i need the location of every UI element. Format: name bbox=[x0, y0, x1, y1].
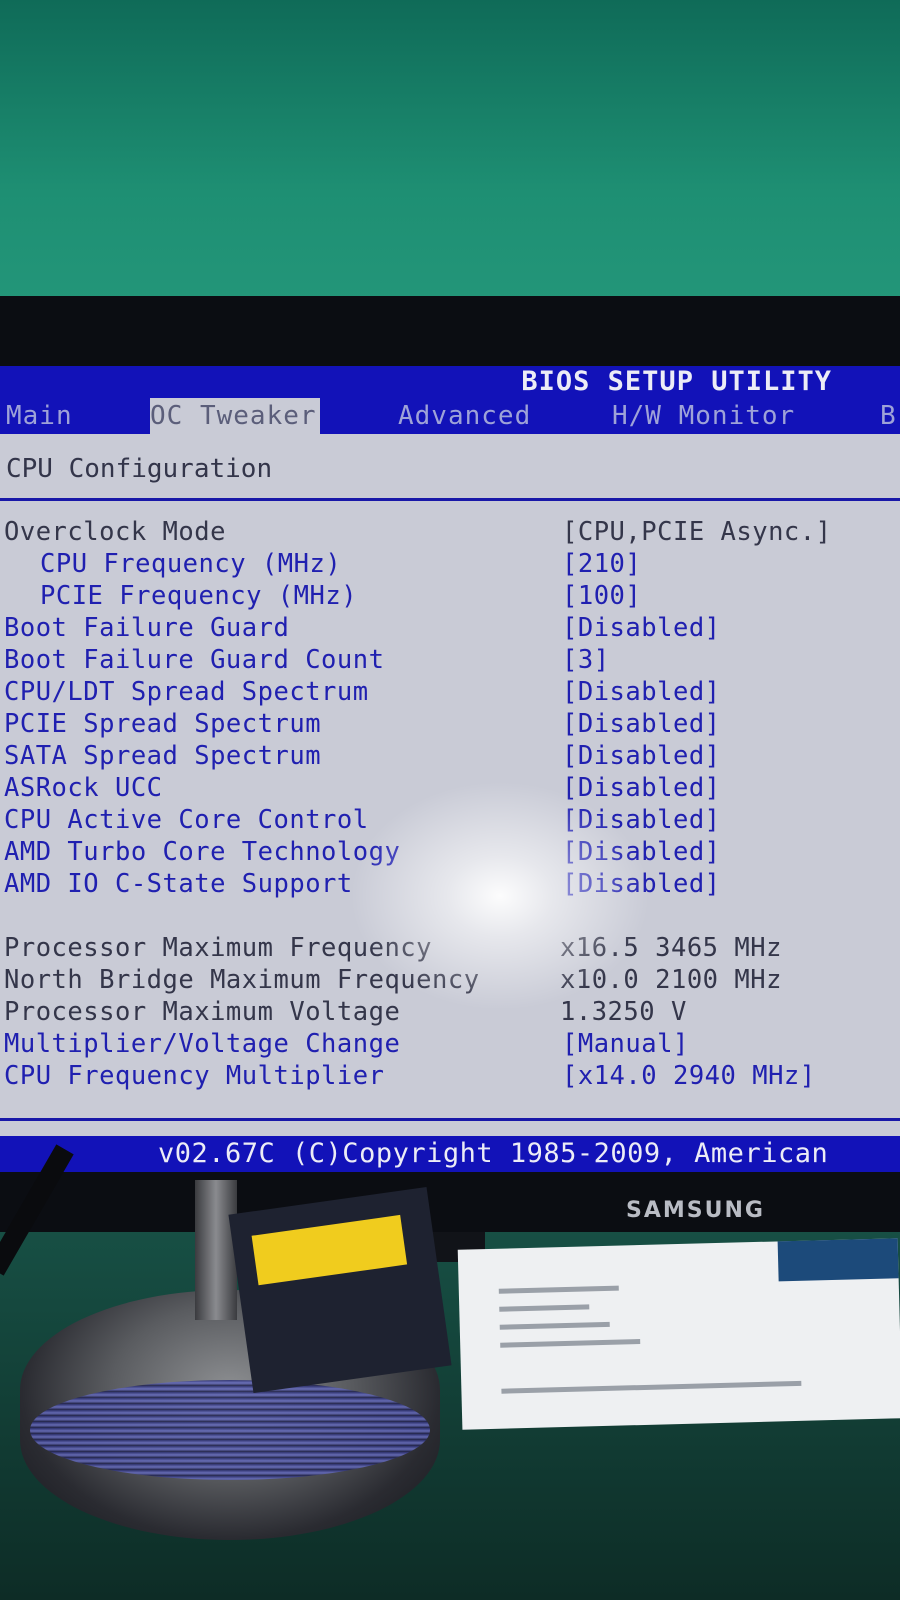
paper-text-line bbox=[501, 1380, 802, 1394]
esd-warning-label bbox=[251, 1214, 408, 1286]
tab-oc-tweaker[interactable]: OC Tweaker bbox=[150, 398, 320, 434]
bios-footer: v02.67C (C)Copyright 1985-2009, American bbox=[0, 1136, 900, 1172]
setting-row-overclock-mode[interactable]: Overclock Mode [CPU,PCIE Async.] bbox=[0, 516, 900, 548]
info-label: North Bridge Maximum Frequency bbox=[4, 965, 480, 995]
paper-text-line bbox=[499, 1321, 610, 1330]
setting-label: PCIE Frequency (MHz) bbox=[40, 581, 358, 611]
background-wall bbox=[0, 0, 900, 320]
setting-label: CPU Active Core Control bbox=[4, 805, 369, 835]
invoice-paper bbox=[457, 1238, 900, 1430]
setting-label: ASRock UCC bbox=[4, 773, 163, 803]
tab-main[interactable]: Main bbox=[6, 398, 73, 434]
monitor-bezel-bottom bbox=[0, 1172, 900, 1232]
setting-label: CPU/LDT Spread Spectrum bbox=[4, 677, 369, 707]
setting-row-asrock-ucc[interactable]: ASRock UCC [Disabled] bbox=[0, 772, 900, 804]
setting-label: AMD Turbo Core Technology bbox=[4, 837, 401, 867]
info-label: Processor Maximum Frequency bbox=[4, 933, 433, 963]
setting-row-sata-spread-spectrum[interactable]: SATA Spread Spectrum [Disabled] bbox=[0, 740, 900, 772]
tab-hw-monitor[interactable]: H/W Monitor bbox=[612, 398, 795, 434]
setting-label: Multiplier/Voltage Change bbox=[4, 1029, 401, 1059]
invoice-header-logo bbox=[777, 1238, 899, 1282]
info-value: 1.3250 V bbox=[560, 997, 687, 1027]
paper-text-line bbox=[498, 1285, 619, 1294]
setting-value[interactable]: [x14.0 2940 MHz] bbox=[562, 1060, 816, 1092]
bios-screen: BIOS SETUP UTILITY Main OC Tweaker Advan… bbox=[0, 366, 900, 1172]
setting-row-pcie-spread-spectrum[interactable]: PCIE Spread Spectrum [Disabled] bbox=[0, 708, 900, 740]
setting-value[interactable]: [Disabled] bbox=[562, 676, 721, 708]
info-row-processor-max-frequency: Processor Maximum Frequency x16.5 3465 M… bbox=[0, 932, 900, 964]
setting-row-pcie-frequency[interactable]: PCIE Frequency (MHz) [100] bbox=[0, 580, 900, 612]
tab-advanced[interactable]: Advanced bbox=[398, 398, 531, 434]
bios-title-bar: BIOS SETUP UTILITY bbox=[0, 366, 900, 398]
copyright-text: v02.67C (C)Copyright 1985-2009, American bbox=[158, 1138, 829, 1169]
setting-label: CPU Frequency (MHz) bbox=[40, 549, 342, 579]
info-value: x16.5 3465 MHz bbox=[560, 933, 782, 963]
setting-value[interactable]: [Disabled] bbox=[562, 868, 721, 900]
section-title: CPU Configuration bbox=[6, 454, 273, 484]
setting-label: Boot Failure Guard bbox=[4, 613, 290, 643]
setting-row-boot-failure-guard[interactable]: Boot Failure Guard [Disabled] bbox=[0, 612, 900, 644]
setting-row-multiplier-voltage-change[interactable]: Multiplier/Voltage Change [Manual] bbox=[0, 1028, 900, 1060]
setting-value[interactable]: [Disabled] bbox=[562, 612, 721, 644]
setting-value[interactable]: [100] bbox=[562, 580, 641, 612]
info-value: x10.0 2100 MHz bbox=[560, 965, 782, 995]
bios-title: BIOS SETUP UTILITY bbox=[521, 366, 832, 397]
setting-label: AMD IO C-State Support bbox=[4, 869, 353, 899]
setting-row-cpu-ldt-spread-spectrum[interactable]: CPU/LDT Spread Spectrum [Disabled] bbox=[0, 676, 900, 708]
setting-row-cpu-frequency-multiplier[interactable]: CPU Frequency Multiplier [x14.0 2940 MHz… bbox=[0, 1060, 900, 1092]
setting-row-cpu-frequency[interactable]: CPU Frequency (MHz) [210] bbox=[0, 548, 900, 580]
setting-value[interactable]: [Disabled] bbox=[562, 740, 721, 772]
setting-row-amd-turbo-core[interactable]: AMD Turbo Core Technology [Disabled] bbox=[0, 836, 900, 868]
info-row-processor-max-voltage: Processor Maximum Voltage 1.3250 V bbox=[0, 996, 900, 1028]
setting-label: Boot Failure Guard Count bbox=[4, 645, 385, 675]
setting-value[interactable]: [Manual] bbox=[562, 1028, 689, 1060]
setting-value[interactable]: [Disabled] bbox=[562, 836, 721, 868]
paper-text-line bbox=[499, 1304, 590, 1312]
setting-value[interactable]: [Disabled] bbox=[562, 708, 721, 740]
footer-divider bbox=[0, 1118, 900, 1121]
setting-label: SATA Spread Spectrum bbox=[4, 741, 322, 771]
setting-row-amd-io-cstate[interactable]: AMD IO C-State Support [Disabled] bbox=[0, 868, 900, 900]
info-label: Processor Maximum Voltage bbox=[4, 997, 401, 1027]
disc-stack bbox=[30, 1380, 430, 1480]
spindle-pole bbox=[195, 1180, 237, 1320]
antistatic-bag bbox=[228, 1186, 452, 1394]
setting-value[interactable]: [3] bbox=[562, 644, 610, 676]
info-row-north-bridge-max-frequency: North Bridge Maximum Frequency x10.0 210… bbox=[0, 964, 900, 996]
setting-value[interactable]: [Disabled] bbox=[562, 804, 721, 836]
setting-row-cpu-active-core-control[interactable]: CPU Active Core Control [Disabled] bbox=[0, 804, 900, 836]
setting-value[interactable]: [210] bbox=[562, 548, 641, 580]
bios-tab-bar: Main OC Tweaker Advanced H/W Monitor B bbox=[0, 398, 900, 434]
setting-label: Overclock Mode bbox=[4, 517, 226, 547]
setting-row-boot-failure-guard-count[interactable]: Boot Failure Guard Count [3] bbox=[0, 644, 900, 676]
monitor-bezel-top bbox=[0, 296, 900, 368]
setting-value[interactable]: [CPU,PCIE Async.] bbox=[562, 516, 832, 548]
paper-text-line bbox=[500, 1339, 641, 1348]
monitor-brand-logo: SAMSUNG bbox=[626, 1198, 765, 1223]
setting-value[interactable]: [Disabled] bbox=[562, 772, 721, 804]
setting-label: CPU Frequency Multiplier bbox=[4, 1061, 385, 1091]
tab-boot[interactable]: B bbox=[880, 398, 897, 434]
setting-label: PCIE Spread Spectrum bbox=[4, 709, 322, 739]
section-divider bbox=[0, 498, 900, 501]
